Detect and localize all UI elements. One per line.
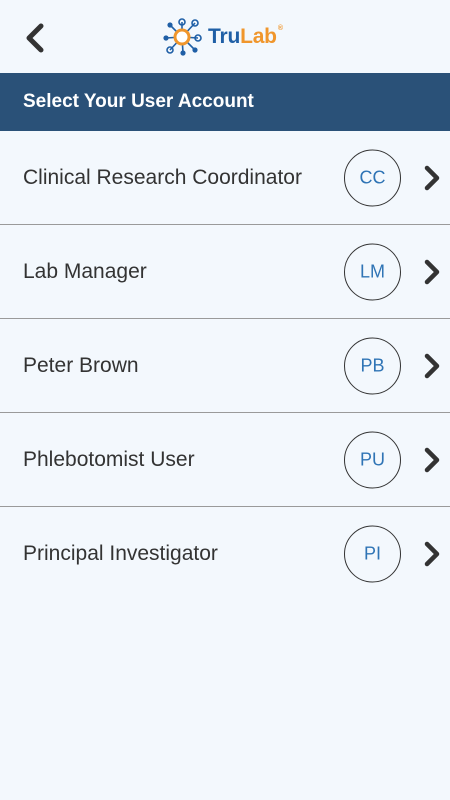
account-name: Clinical Research Coordinator [23, 165, 302, 189]
chevron-right-icon [421, 164, 443, 192]
chevron-left-icon [26, 23, 44, 53]
account-name: Lab Manager [23, 259, 147, 283]
account-avatar: PB [344, 337, 401, 394]
chevron-right-icon [421, 352, 443, 380]
account-avatar: CC [344, 149, 401, 206]
account-name: Principal Investigator [23, 542, 218, 565]
back-button[interactable] [18, 20, 52, 56]
account-avatar: LM [344, 243, 401, 300]
trulab-logo-icon [163, 18, 202, 56]
account-row-clinical-research-coordinator[interactable]: Clinical Research Coordinator CC [0, 131, 450, 225]
account-name: Peter Brown [23, 353, 139, 377]
account-avatar: PI [344, 525, 401, 583]
trulab-logo: TruLab® [162, 14, 283, 60]
trulab-wordmark: TruLab® [208, 25, 283, 48]
section-title: Select Your User Account [23, 91, 254, 112]
account-list: Clinical Research Coordinator CC Lab Man… [0, 131, 450, 601]
account-row-peter-brown[interactable]: Peter Brown PB [0, 319, 450, 413]
chevron-right-icon [421, 446, 443, 474]
account-row-phlebotomist-user[interactable]: Phlebotomist User PU [0, 413, 450, 507]
top-navigation-bar: TruLab® [0, 0, 450, 73]
account-row-principal-investigator[interactable]: Principal Investigator PI [0, 507, 450, 601]
account-name: Phlebotomist User [23, 447, 195, 471]
account-row-lab-manager[interactable]: Lab Manager LM [0, 225, 450, 319]
chevron-right-icon [421, 540, 443, 568]
section-header: Select Your User Account [0, 73, 450, 131]
account-avatar: PU [344, 431, 401, 488]
chevron-right-icon [421, 258, 443, 286]
